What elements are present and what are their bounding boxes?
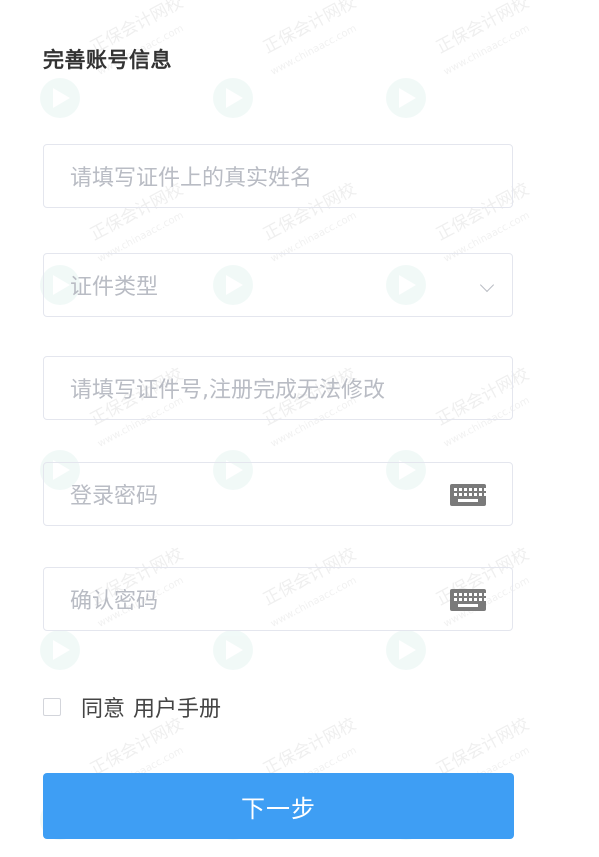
watermark-url: www.chinaacc.com — [269, 23, 359, 78]
id-type-select[interactable]: 证件类型 — [43, 253, 513, 317]
watermark-text: 正保会计网校 — [260, 714, 360, 780]
watermark: 正保会计网校 www.chinaacc.com — [386, 0, 533, 128]
agree-checkbox[interactable] — [43, 698, 61, 716]
watermark-text: 正保会计网校 — [433, 714, 533, 780]
watermark-logo-icon — [213, 630, 253, 670]
name-field[interactable]: 请填写证件上的真实姓名 — [43, 144, 513, 208]
watermark-logo-icon — [40, 78, 80, 118]
chevron-down-icon[interactable] — [479, 277, 495, 293]
id-number-field[interactable]: 请填写证件号,注册完成无法修改 — [43, 356, 513, 420]
watermark-logo-icon — [213, 78, 253, 118]
watermark-logo-icon — [386, 78, 426, 118]
register-page: 正保会计网校 www.chinaacc.com 正保会计网校 www.china… — [0, 0, 599, 857]
agreement-row: 同意 用户手册 — [43, 690, 221, 724]
keyboard-icon[interactable] — [450, 484, 487, 506]
watermark-text: 正保会计网校 — [87, 714, 187, 780]
password-field[interactable]: 登录密码 — [43, 462, 513, 526]
watermark: 正保会计网校 www.chinaacc.com — [213, 0, 360, 128]
keyboard-icon[interactable] — [450, 589, 487, 611]
watermark-logo-icon — [40, 630, 80, 670]
confirm-password-field[interactable]: 确认密码 — [43, 567, 513, 631]
watermark-text: 正保会计网校 — [433, 0, 533, 58]
watermark-logo-icon — [386, 630, 426, 670]
watermark-url: www.chinaacc.com — [442, 23, 532, 78]
page-title: 完善账号信息 — [43, 48, 172, 72]
agree-label: 同意 — [81, 697, 126, 722]
user-manual-link[interactable]: 用户手册 — [133, 691, 221, 723]
id-type-placeholder: 证件类型 — [70, 275, 159, 300]
watermark-text: 正保会计网校 — [260, 0, 360, 58]
next-button[interactable]: 下一步 — [43, 773, 514, 839]
